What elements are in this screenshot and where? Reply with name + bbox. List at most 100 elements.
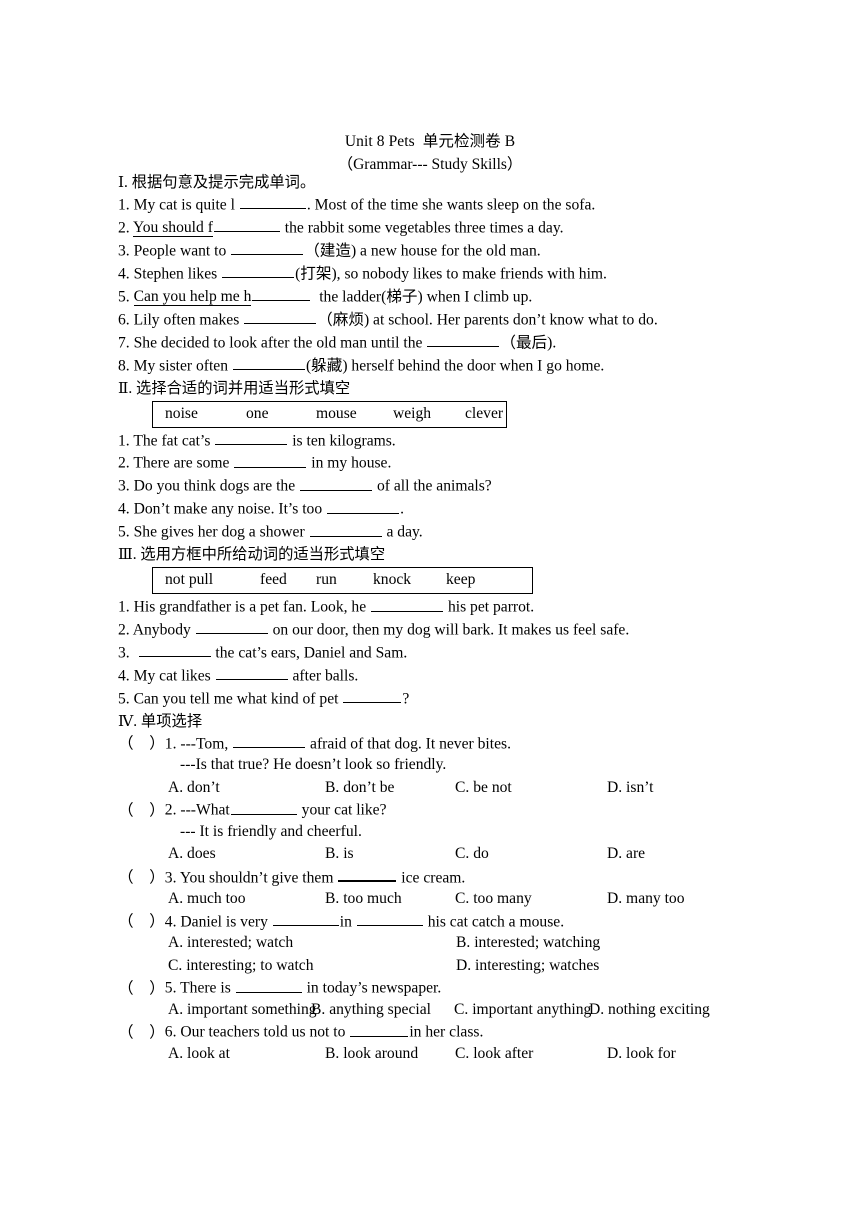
answer-blank[interactable] bbox=[350, 1021, 409, 1037]
item-number: 2. bbox=[118, 454, 130, 472]
question-item: 7. She decided to look after the old man… bbox=[118, 332, 844, 355]
item-number: 4. bbox=[118, 265, 130, 283]
answer-blank[interactable] bbox=[213, 217, 280, 233]
option-c[interactable]: C. too many bbox=[455, 888, 607, 911]
answer-paren[interactable]: （ ） bbox=[118, 978, 165, 999]
option-d[interactable]: D. look for bbox=[607, 1043, 676, 1066]
stem-before: ---Tom, bbox=[180, 735, 233, 753]
answer-blank[interactable] bbox=[215, 665, 288, 681]
option-c[interactable]: C. important anything bbox=[454, 999, 591, 1022]
item-text-before: Lily often makes bbox=[133, 311, 244, 329]
answer-blank[interactable] bbox=[195, 619, 268, 635]
option-a[interactable]: A. look at bbox=[168, 1043, 325, 1066]
answer-blank[interactable] bbox=[230, 799, 297, 815]
item-number: 2. bbox=[118, 621, 130, 639]
question-item: 4. Don’t make any noise. It’s too . bbox=[118, 498, 844, 521]
choice-question: （ ）6. Our teachers told us not to in her… bbox=[118, 1021, 844, 1042]
choice-question: （ ）2. ---What your cat like? bbox=[118, 799, 844, 820]
question-item: 2. You should f the rabbit some vegetabl… bbox=[118, 217, 844, 240]
answer-blank[interactable] bbox=[338, 866, 397, 883]
question-item: 1. The fat cat’s is ten kilograms. bbox=[118, 430, 844, 453]
answer-blank[interactable] bbox=[233, 733, 306, 749]
word-bank-word[interactable]: keep bbox=[446, 570, 475, 590]
answer-blank[interactable] bbox=[244, 309, 317, 325]
answer-blank[interactable] bbox=[272, 911, 339, 927]
option-a[interactable]: A. don’t bbox=[168, 777, 325, 800]
word-bank-word[interactable]: mouse bbox=[316, 404, 393, 424]
answer-paren[interactable]: （ ） bbox=[118, 733, 165, 754]
answer-paren[interactable]: （ ） bbox=[118, 800, 165, 821]
option-a[interactable]: A. does bbox=[168, 843, 325, 866]
answer-blank[interactable] bbox=[235, 977, 302, 993]
option-b[interactable]: B. is bbox=[325, 843, 455, 866]
item-text-after: after balls. bbox=[288, 667, 359, 685]
answer-blank[interactable] bbox=[222, 263, 295, 279]
word-bank-word[interactable]: run bbox=[316, 570, 373, 590]
word-bank-word[interactable]: knock bbox=[373, 570, 446, 590]
item-number: 1. bbox=[118, 431, 130, 449]
answer-blank[interactable] bbox=[371, 596, 444, 612]
word-bank-word[interactable]: one bbox=[246, 404, 316, 424]
item-text-before: His grandfather is a pet fan. Look, he bbox=[133, 598, 371, 616]
choice-question: （ ）4. Daniel is very in his cat catch a … bbox=[118, 911, 844, 932]
answer-blank[interactable] bbox=[231, 240, 304, 256]
answer-blank[interactable] bbox=[356, 911, 423, 927]
answer-blank[interactable] bbox=[327, 498, 400, 514]
answer-blank[interactable] bbox=[343, 688, 402, 704]
option-b[interactable]: B. look around bbox=[325, 1043, 455, 1066]
answer-blank[interactable] bbox=[232, 355, 305, 370]
answer-paren[interactable]: （ ） bbox=[118, 911, 165, 932]
stem-after: afraid of that dog. It never bites. bbox=[306, 735, 511, 753]
choice-question: （ ）3. You shouldn’t give them ice cream. bbox=[118, 866, 844, 888]
option-c[interactable]: C. do bbox=[455, 843, 607, 866]
item-number: 5. bbox=[164, 979, 177, 997]
option-a[interactable]: A. interested; watch bbox=[168, 932, 456, 955]
stem-after: ice cream. bbox=[397, 869, 466, 887]
answer-blank[interactable] bbox=[427, 332, 500, 347]
answer-blank[interactable] bbox=[300, 475, 373, 491]
word-bank-word[interactable]: noise bbox=[165, 404, 246, 424]
item-number: 3. bbox=[118, 477, 130, 495]
word-bank-word[interactable]: not pull bbox=[165, 570, 260, 590]
option-b[interactable]: B. interested; watching bbox=[456, 932, 600, 955]
question-item: 8. My sister often (躲藏) herself behind t… bbox=[118, 355, 844, 378]
option-c[interactable]: C. be not bbox=[455, 777, 607, 800]
word-bank-word[interactable]: feed bbox=[260, 570, 316, 590]
stem-after: in today’s newspaper. bbox=[302, 979, 442, 997]
item-text-before: The fat cat’s bbox=[133, 431, 215, 449]
answer-blank[interactable] bbox=[138, 642, 211, 658]
question-item: 6. Lily often makes （麻烦) at school. Her … bbox=[118, 309, 844, 332]
answer-blank[interactable] bbox=[239, 194, 306, 210]
answer-paren[interactable]: （ ） bbox=[118, 867, 165, 888]
option-b[interactable]: B. don’t be bbox=[325, 777, 455, 800]
worksheet-content: Ⅰ. 根据句意及提示完成单词。 1. My cat is quite l . M… bbox=[118, 172, 844, 1065]
answer-blank[interactable] bbox=[234, 452, 307, 468]
item-text-before: She gives her dog a shower bbox=[133, 523, 309, 541]
word-bank-word[interactable]: clever bbox=[465, 404, 503, 424]
item-number: 4. bbox=[164, 913, 177, 931]
option-b[interactable]: B. too much bbox=[325, 888, 455, 911]
item-number: 3. bbox=[118, 644, 130, 662]
answer-paren[interactable]: （ ） bbox=[118, 1022, 165, 1043]
item-text-before: Can you help me h bbox=[133, 288, 252, 307]
option-c[interactable]: C. look after bbox=[455, 1043, 607, 1066]
option-d[interactable]: D. isn’t bbox=[607, 777, 654, 800]
word-bank-word[interactable]: weigh bbox=[393, 404, 465, 424]
question-item: 5. Can you help me h the ladder(梯子) when… bbox=[118, 286, 844, 309]
option-d[interactable]: D. are bbox=[607, 843, 645, 866]
option-a[interactable]: A. much too bbox=[168, 888, 325, 911]
item-number: 4. bbox=[118, 667, 130, 685]
question-item: 4. Stephen likes (打架), so nobody likes t… bbox=[118, 263, 844, 286]
answer-blank[interactable] bbox=[215, 430, 288, 445]
item-text-before: Stephen likes bbox=[133, 265, 222, 283]
option-d[interactable]: D. nothing exciting bbox=[589, 999, 710, 1022]
option-d[interactable]: D. interesting; watches bbox=[456, 955, 599, 978]
section-heading-three: Ⅲ. 选用方框中所给动词的适当形式填空 bbox=[118, 546, 386, 564]
page-title: Unit 8 Pets 单元检测卷 B bbox=[344, 133, 516, 150]
option-c[interactable]: C. interesting; to watch bbox=[168, 955, 456, 978]
option-b[interactable]: B. anything special bbox=[311, 999, 454, 1022]
answer-blank[interactable] bbox=[309, 521, 382, 537]
answer-blank[interactable] bbox=[252, 286, 311, 302]
option-a[interactable]: A. important something bbox=[168, 999, 317, 1022]
option-d[interactable]: D. many too bbox=[607, 888, 685, 911]
